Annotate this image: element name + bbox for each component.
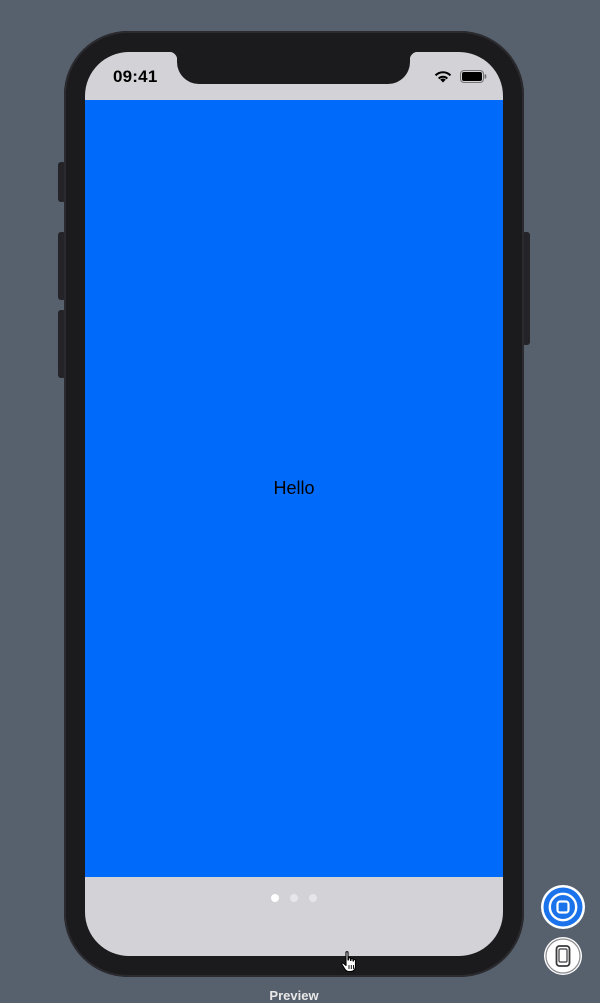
device-settings-icon: [544, 937, 582, 975]
live-preview-icon: [541, 885, 585, 929]
device-settings-button[interactable]: [544, 937, 582, 975]
page-dot-2[interactable]: [290, 894, 298, 902]
page-dot-3[interactable]: [309, 894, 317, 902]
live-preview-button[interactable]: [541, 885, 585, 929]
wifi-icon: [433, 69, 453, 83]
preview-label: Preview: [269, 988, 319, 1003]
device-screen: 09:41 Hello: [85, 52, 503, 956]
notch: [169, 52, 418, 84]
hand-cursor-icon: [339, 950, 361, 974]
status-time: 09:41: [113, 67, 158, 86]
page-dot-1[interactable]: [271, 894, 279, 902]
battery-icon: [460, 70, 487, 83]
page-indicator[interactable]: [85, 894, 503, 902]
hello-label: Hello: [273, 478, 315, 498]
content-area: Hello: [85, 100, 503, 877]
